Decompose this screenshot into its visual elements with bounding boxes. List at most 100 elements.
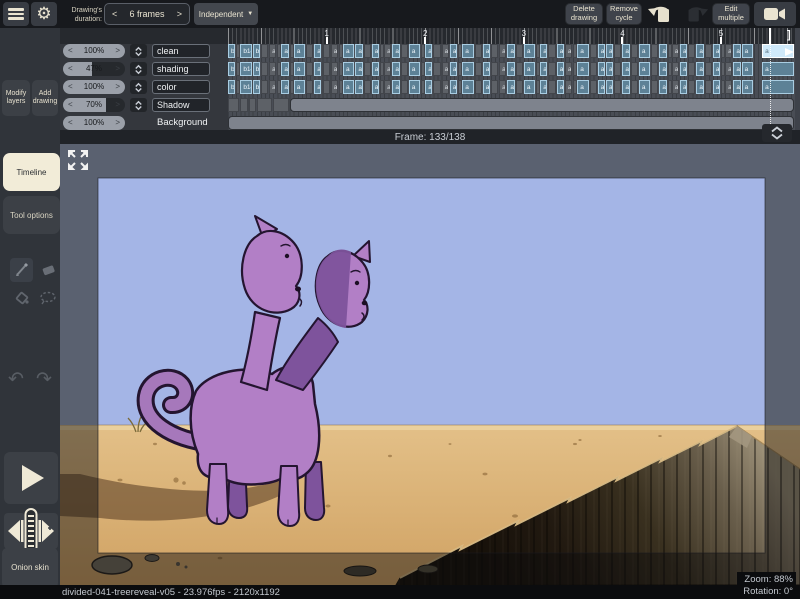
modify-layers-button[interactable]: Modify layers	[2, 80, 30, 116]
timeline-cell[interactable]	[433, 80, 440, 94]
timeline-cell[interactable]: a	[557, 44, 564, 58]
lasso-tool-button[interactable]	[36, 286, 59, 310]
timeline-cell[interactable]	[651, 80, 658, 94]
timeline-cell[interactable]: a	[462, 80, 473, 94]
timeline-cell[interactable]: a	[392, 80, 399, 94]
timeline-cell[interactable]: a	[680, 62, 687, 76]
timeline-cell[interactable]: a	[742, 80, 753, 94]
timeline-cell[interactable]: a	[499, 44, 506, 58]
timeline-cell[interactable]: a	[659, 62, 666, 76]
timeline-cell[interactable]	[306, 62, 313, 76]
layer-opacity-stepper[interactable]: <70%>	[63, 98, 125, 112]
play-button[interactable]	[4, 452, 58, 504]
timeline-cell[interactable]: a	[425, 44, 432, 58]
timeline-cell[interactable]: a	[696, 62, 703, 76]
timeline-cell[interactable]: a	[507, 80, 514, 94]
layer-name-field[interactable]: Shadow	[152, 98, 210, 112]
timeline-cell[interactable]: a	[355, 44, 362, 58]
layer-reorder-button[interactable]	[130, 44, 147, 58]
redo-button[interactable]	[682, 2, 710, 26]
timeline-cell[interactable]: a	[384, 62, 391, 76]
opacity-increase-button[interactable]: >	[115, 44, 120, 58]
timeline-cell[interactable]: a	[442, 44, 449, 58]
menu-button[interactable]	[3, 2, 29, 26]
canvas-workspace[interactable]	[60, 144, 800, 585]
timeline-cell[interactable]	[651, 62, 658, 76]
timeline-cell[interactable]	[516, 44, 523, 58]
timeline-cell[interactable]: a	[314, 62, 321, 76]
timeline-cell[interactable]	[401, 62, 408, 76]
timeline-cell[interactable]: a	[540, 44, 547, 58]
timeline-cell[interactable]: a	[281, 80, 288, 94]
opacity-increase-button[interactable]: >	[115, 116, 120, 130]
timeline-cell[interactable]	[705, 62, 712, 76]
timeline-cell[interactable]	[705, 44, 712, 58]
timeline-cell[interactable]	[688, 62, 695, 76]
timeline-cell[interactable]: a	[565, 62, 572, 76]
timeline-cell[interactable]: b14	[253, 44, 260, 58]
timeline-cell[interactable]	[614, 62, 621, 76]
timeline-cell[interactable]: a	[483, 80, 490, 94]
timeline-cell[interactable]: a	[507, 62, 514, 76]
sidebar-undo-button[interactable]: ↶	[8, 368, 24, 391]
timeline-cell[interactable]: a	[577, 62, 588, 76]
timeline-cell[interactable]: a	[314, 80, 321, 94]
timeline-cell[interactable]: a	[392, 44, 399, 58]
timeline-cell[interactable]: a	[680, 44, 687, 58]
timeline-cell[interactable]	[364, 62, 371, 76]
timeline-cell[interactable]: a	[713, 62, 720, 76]
timeline-cell[interactable]: a	[294, 44, 305, 58]
timeline-cell[interactable]	[306, 44, 313, 58]
timeline-cell[interactable]	[261, 44, 268, 58]
layer-mode-dropdown[interactable]: Independent ▼	[194, 3, 258, 25]
timeline-cell[interactable]: b14	[253, 80, 260, 94]
timeline-cell[interactable]	[475, 62, 482, 76]
timeline-cell[interactable]	[688, 80, 695, 94]
timeline-cell[interactable]: a	[672, 44, 679, 58]
layer-reorder-button[interactable]	[130, 62, 147, 76]
timeline-cell[interactable]: a	[622, 44, 629, 58]
timeline-cell[interactable]	[323, 62, 330, 76]
timeline-cell[interactable]	[364, 80, 371, 94]
timeline-cell[interactable]: a	[450, 44, 457, 58]
timeline-cell[interactable]: b14	[253, 62, 260, 76]
timeline-cell[interactable]: a	[733, 44, 740, 58]
timeline-cell[interactable]: a	[622, 80, 629, 94]
timeline-cell[interactable]	[491, 80, 498, 94]
undo-button[interactable]	[646, 2, 676, 26]
timeline-cell[interactable]: a	[540, 80, 547, 94]
timeline-cell[interactable]: a	[462, 44, 473, 58]
timeline-cell[interactable]: a	[639, 80, 650, 94]
timeline-cell[interactable]: a	[314, 44, 321, 58]
timeline-cell[interactable]: a	[355, 62, 362, 76]
timeline-cell[interactable]: a	[392, 62, 399, 76]
timeline-cell[interactable]: a	[557, 62, 564, 76]
timeline-cell[interactable]: a	[725, 80, 732, 94]
timeline-cell[interactable]: a	[639, 62, 650, 76]
timeline-cell[interactable]	[475, 44, 482, 58]
layer-name-field[interactable]: clean	[152, 44, 210, 58]
timeline-cell[interactable]: a	[442, 62, 449, 76]
timeline-cell[interactable]	[548, 62, 555, 76]
timeline-cell[interactable]: a	[499, 80, 506, 94]
timeline-cell[interactable]: a	[742, 44, 753, 58]
opacity-increase-button[interactable]: >	[115, 98, 120, 112]
timeline-cell[interactable]	[705, 80, 712, 94]
sidebar-redo-button[interactable]: ↷	[36, 368, 52, 391]
timeline-cell[interactable]: a	[331, 62, 338, 76]
timeline-cell[interactable]: a	[384, 80, 391, 94]
timeline-cell[interactable]: a	[696, 80, 703, 94]
timeline-cell[interactable]: a	[598, 80, 605, 94]
opacity-increase-button[interactable]: >	[115, 80, 120, 94]
timeline-cell[interactable]	[614, 44, 621, 58]
layer-reorder-button[interactable]	[130, 98, 147, 112]
timeline-cell[interactable]: b14	[240, 44, 251, 58]
timeline-cell[interactable]	[631, 80, 638, 94]
camera-button[interactable]	[754, 2, 796, 26]
timeline-cell[interactable]	[323, 44, 330, 58]
timeline-cell[interactable]: a	[343, 44, 354, 58]
timeline-cell[interactable]: b14	[240, 80, 251, 94]
timeline-cell[interactable]: a	[540, 62, 547, 76]
timeline-cell[interactable]	[257, 98, 272, 112]
timeline-cell[interactable]: a	[577, 80, 588, 94]
